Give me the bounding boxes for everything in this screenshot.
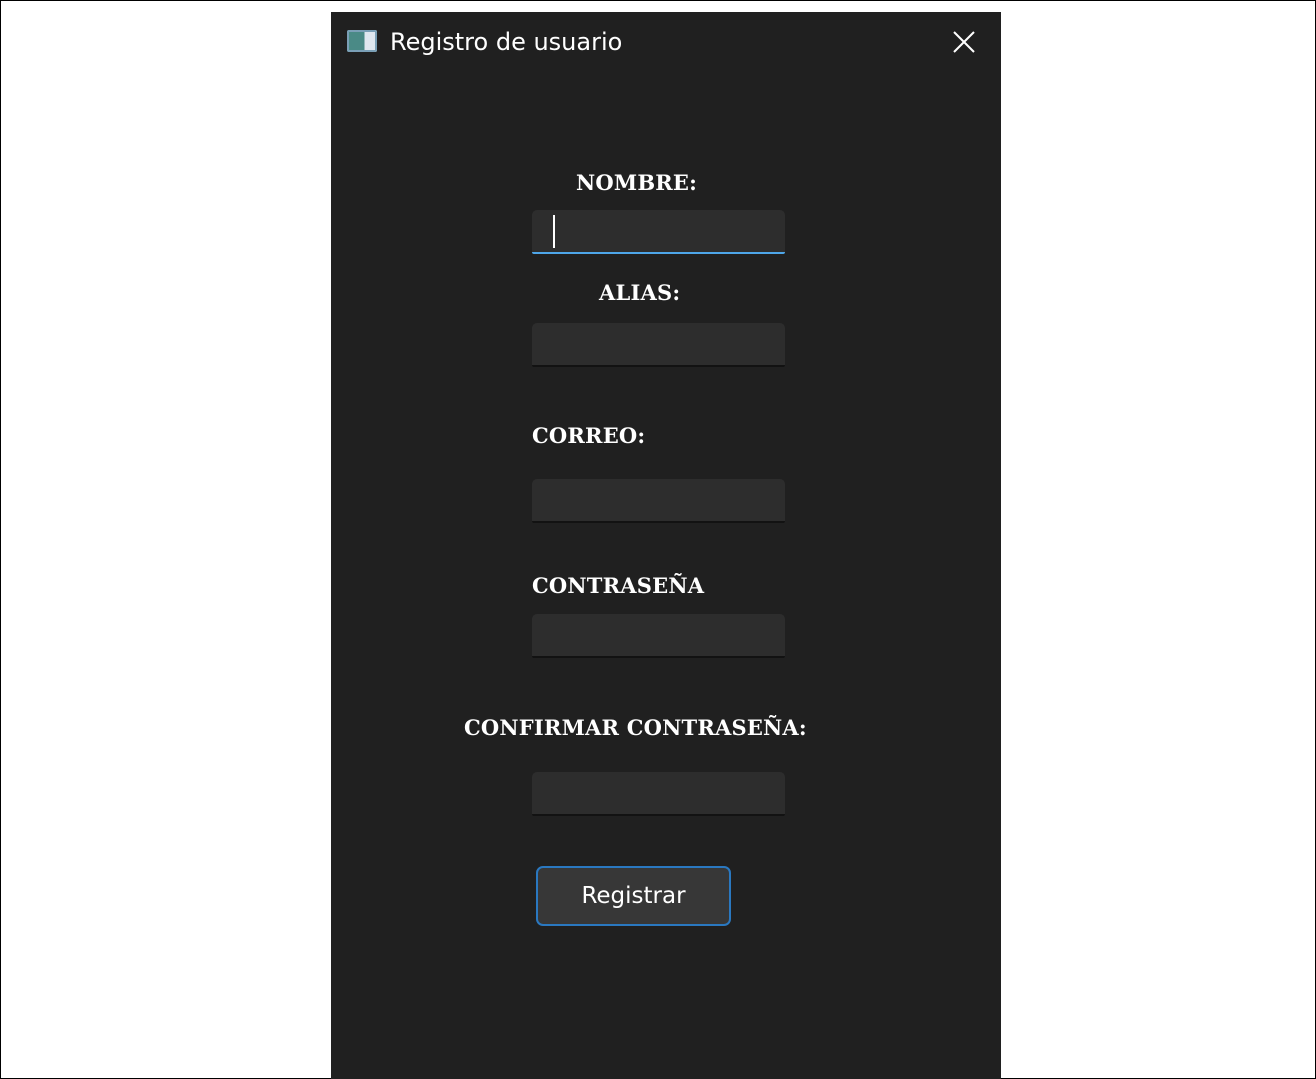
confirmar-contrasena-input[interactable] (532, 772, 785, 816)
alias-input[interactable] (532, 323, 785, 367)
title-bar[interactable]: Registro de usuario (331, 12, 1001, 74)
contrasena-label: CONTRASEÑA (532, 573, 705, 598)
contrasena-input[interactable] (532, 614, 785, 658)
correo-input[interactable] (532, 479, 785, 523)
registrar-button[interactable]: Registrar (536, 866, 731, 926)
alias-label: ALIAS: (599, 280, 681, 305)
close-icon (953, 31, 975, 53)
app-icon (347, 30, 377, 52)
confirmar-contrasena-label: CONFIRMAR CONTRASEÑA: (464, 715, 807, 740)
nombre-label: NOMBRE: (576, 170, 698, 195)
registration-window: Registro de usuario NOMBRE: ALIAS: CORRE… (331, 12, 1001, 1079)
correo-label: CORREO: (532, 423, 646, 448)
window-title: Registro de usuario (390, 28, 623, 56)
close-button[interactable] (941, 24, 987, 60)
text-caret (553, 215, 555, 248)
nombre-input[interactable] (532, 210, 785, 254)
